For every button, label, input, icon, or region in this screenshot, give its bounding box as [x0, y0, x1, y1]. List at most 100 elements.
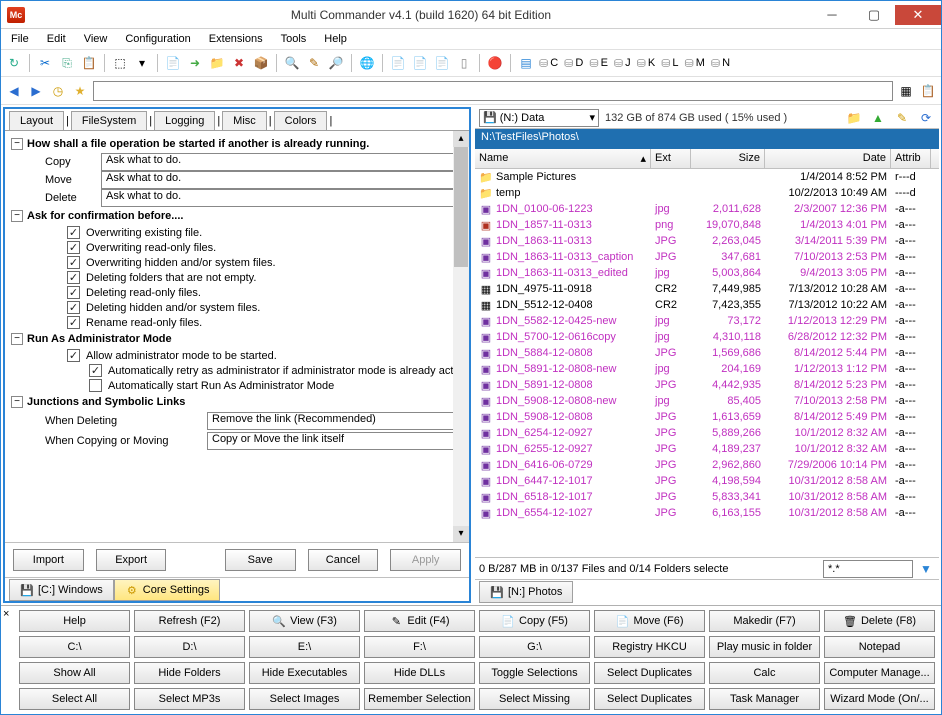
cmd-button[interactable]: Toggle Selections	[479, 662, 590, 684]
checkbox[interactable]: ✓	[67, 226, 80, 239]
root-icon[interactable]: ✎	[893, 109, 911, 127]
drive-E[interactable]: ⛁ E	[587, 57, 610, 70]
save-button[interactable]: Save	[225, 549, 296, 571]
file-row[interactable]: ▣1DN_1863-11-0313_editedjpg5,003,8649/4/…	[475, 265, 939, 281]
cmd-button[interactable]: F:\	[364, 636, 475, 658]
cmd-button[interactable]: Task Manager	[709, 688, 820, 710]
apply-button[interactable]: Apply	[390, 549, 461, 571]
view-icon[interactable]: 🔍	[283, 54, 301, 72]
file-row[interactable]: ▣1DN_1863-11-0313JPG2,263,0453/14/2011 5…	[475, 233, 939, 249]
cmd-button[interactable]: Select MP3s	[134, 688, 245, 710]
close-button[interactable]: ✕	[895, 5, 941, 25]
settings-tab-logging[interactable]: Logging	[154, 111, 215, 130]
path-bar[interactable]: N:\TestFiles\Photos\	[475, 129, 939, 149]
col-size[interactable]: Size	[691, 149, 765, 168]
drive-N[interactable]: ⛁ N	[709, 57, 732, 70]
cmd-button[interactable]: G:\	[479, 636, 590, 658]
checkbox[interactable]: ✓	[67, 241, 80, 254]
cmd-button[interactable]: 📄Copy (F5)	[479, 610, 590, 632]
file-row[interactable]: ▣1DN_5891-12-0808JPG4,442,9358/14/2012 5…	[475, 377, 939, 393]
cmd-button[interactable]: 🗑Delete (F8)	[824, 610, 935, 632]
cancel-button[interactable]: Cancel	[308, 549, 379, 571]
file-row[interactable]: ▦1DN_4975-11-0918CR27,449,9857/13/2012 1…	[475, 281, 939, 297]
file-row[interactable]: ▣1DN_6416-06-0729JPG2,962,8607/29/2006 1…	[475, 457, 939, 473]
file-row[interactable]: ▣1DN_6254-12-0927JPG5,889,26610/1/2012 8…	[475, 425, 939, 441]
menu-extensions[interactable]: Extensions	[201, 31, 271, 47]
tree-icon[interactable]: 📁	[845, 109, 863, 127]
select-icon[interactable]: ⬚	[111, 54, 129, 72]
collapse-icon[interactable]: −	[11, 333, 23, 345]
cmd-button[interactable]: 🔍View (F3)	[249, 610, 360, 632]
folder-icon[interactable]: 📁	[208, 54, 226, 72]
option-select[interactable]: Remove the link (Recommended)▾	[207, 412, 467, 430]
search-icon[interactable]: 🔎	[327, 54, 345, 72]
cmd-button[interactable]: Remember Selection	[364, 688, 475, 710]
right-tab[interactable]: 💾[N:] Photos	[479, 581, 573, 603]
favorites-icon[interactable]: ★	[71, 82, 89, 100]
import-button[interactable]: Import	[13, 549, 84, 571]
cmd-button[interactable]: Notepad	[824, 636, 935, 658]
cmd-button[interactable]: Hide Executables	[249, 662, 360, 684]
sync-icon[interactable]: ⟳	[917, 109, 935, 127]
panel-tab[interactable]: ⚙Core Settings	[114, 579, 221, 601]
cmd-button[interactable]: Help	[19, 610, 130, 632]
close-panel-icon[interactable]: ×	[3, 608, 15, 620]
minimize-button[interactable]: ─	[811, 5, 853, 25]
file-row[interactable]: ▣1DN_0100-06-1223jpg2,011,6282/3/2007 12…	[475, 201, 939, 217]
drive-L[interactable]: ⛁ L	[659, 57, 680, 70]
compare-icon[interactable]: ▯	[455, 54, 473, 72]
menu-configuration[interactable]: Configuration	[117, 31, 198, 47]
checkbox[interactable]: ✓	[67, 301, 80, 314]
checkbox[interactable]: ✓	[67, 316, 80, 329]
option-select[interactable]: Ask what to do.▾	[101, 153, 467, 171]
checkbox[interactable]: ✓	[89, 364, 102, 377]
cmd-button[interactable]: ✎Edit (F4)	[364, 610, 475, 632]
file-list[interactable]: 📁Sample Pictures1/4/2014 8:52 PMr---d📁te…	[475, 169, 939, 557]
refresh-icon[interactable]: ↻	[5, 54, 23, 72]
file-row[interactable]: ▣1DN_5908-12-0808-newjpg85,4057/10/2013 …	[475, 393, 939, 409]
checkbox[interactable]: ✓	[67, 349, 80, 362]
settings-tab-misc[interactable]: Misc	[222, 111, 267, 130]
cmd-button[interactable]: Refresh (F2)	[134, 610, 245, 632]
cmd-button[interactable]: Makedir (F7)	[709, 610, 820, 632]
doc1-icon[interactable]: 📄	[389, 54, 407, 72]
run-icon[interactable]: ▦	[897, 82, 915, 100]
menu-file[interactable]: File	[3, 31, 37, 47]
file-row[interactable]: ▣1DN_6255-12-0927JPG4,189,23710/1/2012 8…	[475, 441, 939, 457]
cmd-button[interactable]: Wizard Mode (On/...	[824, 688, 935, 710]
file-row[interactable]: 📁Sample Pictures1/4/2014 8:52 PMr---d	[475, 169, 939, 185]
filter-icon[interactable]: ▼	[917, 560, 935, 578]
cmd-button[interactable]: Show All	[19, 662, 130, 684]
notes-icon[interactable]: 📋	[919, 82, 937, 100]
checkbox[interactable]: ✓	[67, 286, 80, 299]
copy-icon[interactable]: ⎘	[58, 54, 76, 72]
col-ext[interactable]: Ext	[651, 149, 691, 168]
checkbox[interactable]	[89, 379, 102, 392]
file-row[interactable]: 📁temp10/2/2013 10:49 AM----d	[475, 185, 939, 201]
cmd-button[interactable]: Computer Manage...	[824, 662, 935, 684]
file-row[interactable]: ▣1DN_5908-12-0808JPG1,613,6598/14/2012 5…	[475, 409, 939, 425]
collapse-icon[interactable]: −	[11, 396, 23, 408]
drive-J[interactable]: ⛁ J	[612, 57, 633, 70]
col-attrib[interactable]: Attrib	[891, 149, 931, 168]
file-row[interactable]: ▣1DN_5700-12-0616copyjpg4,310,1186/28/20…	[475, 329, 939, 345]
cmd-button[interactable]: Select Missing	[479, 688, 590, 710]
web-icon[interactable]: 🌐	[358, 54, 376, 72]
cmd-button[interactable]: Hide DLLs	[364, 662, 475, 684]
cmd-button[interactable]: Select Duplicates	[594, 662, 705, 684]
file-row[interactable]: ▦1DN_5512-12-0408CR27,423,3557/13/2012 1…	[475, 297, 939, 313]
menu-view[interactable]: View	[76, 31, 116, 47]
menu-help[interactable]: Help	[316, 31, 355, 47]
cut-icon[interactable]: ✂	[36, 54, 54, 72]
paste-icon[interactable]: 📋	[80, 54, 98, 72]
back-icon[interactable]: ◀	[5, 82, 23, 100]
option-select[interactable]: Copy or Move the link itself▾	[207, 432, 467, 450]
cmd-button[interactable]: 📄Move (F6)	[594, 610, 705, 632]
export-button[interactable]: Export	[96, 549, 167, 571]
delete-icon[interactable]: ✖	[230, 54, 248, 72]
disk-icon[interactable]: ▤	[517, 54, 535, 72]
drive-select[interactable]: 💾 (N:) Data▾	[479, 109, 599, 127]
doc3-icon[interactable]: 📄	[433, 54, 451, 72]
history-icon[interactable]: ◷	[49, 82, 67, 100]
collapse-icon[interactable]: −	[11, 138, 23, 150]
